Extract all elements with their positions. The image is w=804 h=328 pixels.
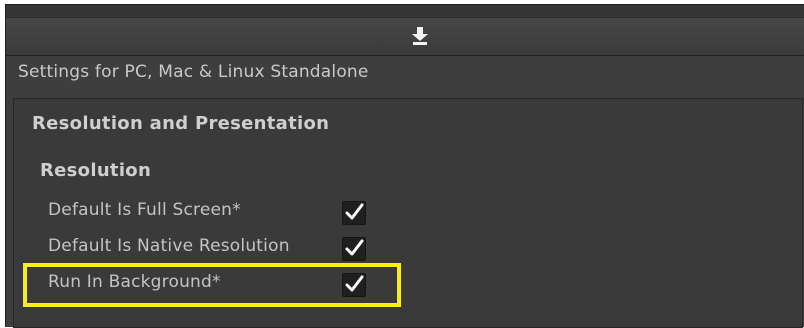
platform-settings-title: Settings for PC, Mac & Linux Standalone bbox=[18, 62, 369, 82]
label-default-is-full-screen: Default Is Full Screen* bbox=[48, 200, 241, 220]
subsection-header-resolution: Resolution bbox=[40, 160, 152, 181]
highlight-annotation-box bbox=[23, 263, 401, 307]
download-icon[interactable] bbox=[410, 26, 430, 46]
checkmark-icon bbox=[345, 203, 364, 220]
toolbar-stripe bbox=[6, 5, 804, 18]
label-default-is-native-resolution: Default Is Native Resolution bbox=[48, 236, 290, 256]
toolbar bbox=[6, 5, 804, 56]
checkbox-default-is-full-screen[interactable] bbox=[342, 201, 366, 225]
section-header-resolution-presentation[interactable]: Resolution and Presentation bbox=[32, 113, 329, 134]
checkbox-default-is-native-resolution[interactable] bbox=[342, 237, 366, 261]
checkmark-icon bbox=[345, 239, 364, 256]
